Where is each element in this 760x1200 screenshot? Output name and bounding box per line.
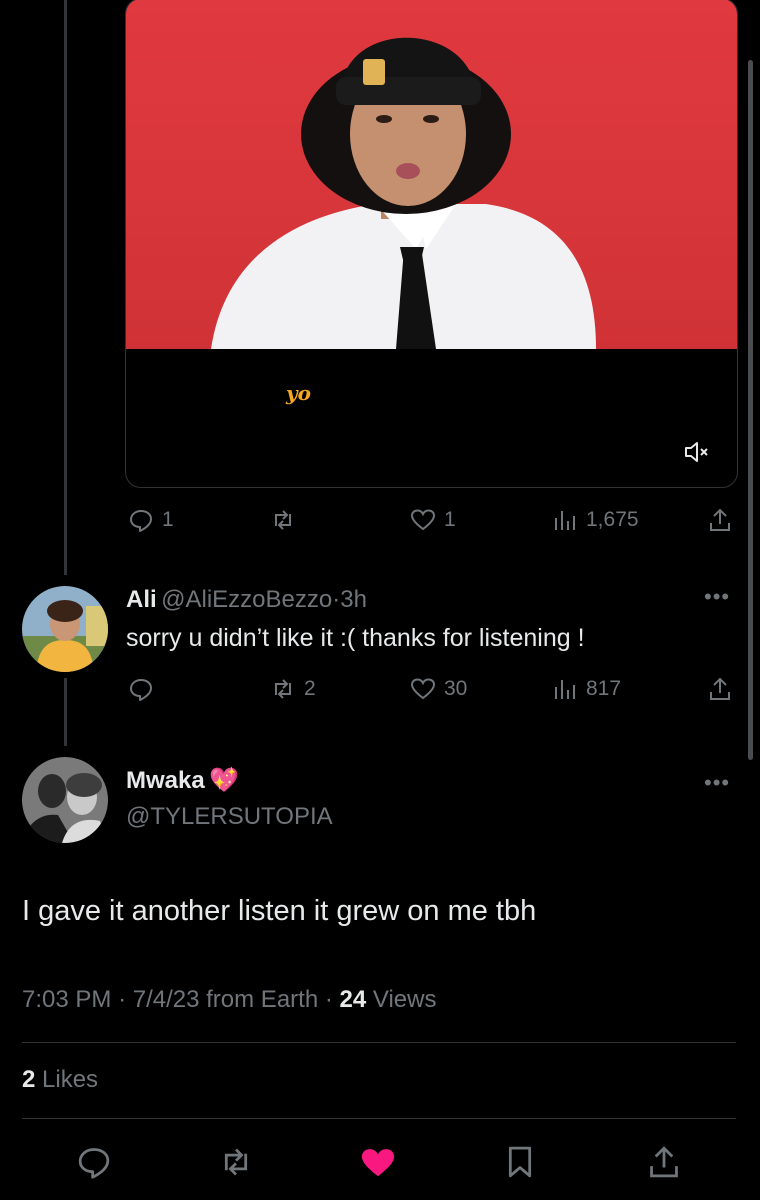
like-count: 30 <box>444 677 468 700</box>
sparkling-heart-icon: 💖 <box>209 767 240 794</box>
bookmark-icon <box>508 1146 532 1178</box>
reply-time[interactable]: 3h <box>340 586 367 613</box>
reply-more-icon[interactable]: ••• <box>704 584 730 610</box>
reply-author-handle[interactable]: @AliEzzoBezzo <box>161 586 332 613</box>
reply-icon <box>130 679 152 701</box>
heart-filled-icon <box>361 1149 395 1177</box>
views-count: 24 <box>339 986 367 1013</box>
reply-header: Ali @AliEzzoBezzo·3h <box>126 586 367 614</box>
tweet-source: from Earth <box>206 986 319 1013</box>
divider <box>22 1118 736 1119</box>
main-tweet-text: I gave it another listen it grew on me t… <box>22 895 537 927</box>
main-more-icon[interactable]: ••• <box>704 770 730 796</box>
like-button[interactable]: 1 <box>410 507 456 533</box>
main-author-row: Mwaka 💖 <box>126 766 239 795</box>
likes-label: Likes <box>42 1066 99 1093</box>
like-count: 1 <box>444 508 456 531</box>
heart-icon <box>410 509 436 531</box>
volume-mute-icon[interactable] <box>683 439 709 465</box>
reply-button[interactable] <box>128 676 154 702</box>
views-count: 1,675 <box>586 508 639 531</box>
main-tweet-actions <box>0 1140 760 1184</box>
reply-text: sorry u didn’t like it :( thanks for lis… <box>126 624 585 652</box>
reply-count: 1 <box>162 508 174 531</box>
share-button[interactable] <box>646 1144 682 1185</box>
retweet-icon <box>275 510 291 530</box>
views-chart-icon <box>555 680 575 699</box>
likes-count: 2 <box>22 1066 36 1093</box>
avatar-mwaka[interactable] <box>22 757 108 843</box>
like-button[interactable] <box>359 1144 397 1187</box>
prev-tweet-actions: 1 1 1,675 <box>0 503 760 537</box>
heart-icon <box>410 678 436 700</box>
separator-dot: · <box>118 986 127 1013</box>
views-count: 817 <box>586 677 622 700</box>
tweet-date[interactable]: 7/4/23 <box>133 986 200 1013</box>
retweet-count: 2 <box>304 677 316 700</box>
tweet-time[interactable]: 7:03 PM <box>22 986 111 1013</box>
separator-dot: · <box>324 986 333 1013</box>
views-label: Views <box>372 986 437 1013</box>
share-icon <box>710 508 730 531</box>
reply-icon <box>130 510 152 532</box>
views-chart-icon <box>555 511 575 530</box>
likes-summary[interactable]: 2 Likes <box>22 1066 98 1094</box>
share-button[interactable] <box>707 676 733 702</box>
retweet-button[interactable] <box>270 507 304 533</box>
video-caption: yo <box>286 381 311 405</box>
divider <box>22 1042 736 1043</box>
reply-button[interactable] <box>76 1144 112 1185</box>
avatar-ali[interactable] <box>22 586 108 672</box>
views-button[interactable]: 1,675 <box>552 507 639 533</box>
scrollbar[interactable] <box>748 60 753 760</box>
main-author-name[interactable]: Mwaka <box>126 767 205 794</box>
share-icon <box>650 1146 678 1178</box>
share-icon <box>710 677 730 700</box>
retweet-button[interactable]: 2 <box>270 676 316 702</box>
share-button[interactable] <box>707 507 733 533</box>
reply-icon <box>78 1148 110 1179</box>
video-frame[interactable] <box>126 0 737 349</box>
main-author-handle[interactable]: @TYLERSUTOPIA <box>126 803 333 831</box>
reply-tweet-actions: 2 30 817 <box>0 672 760 706</box>
video-player[interactable]: yo <box>125 0 738 488</box>
like-button[interactable]: 30 <box>410 676 467 702</box>
tweet-metadata: 7:03 PM · 7/4/23 from Earth · 24 Views <box>22 986 436 1014</box>
bookmark-button[interactable] <box>502 1144 538 1185</box>
views-button[interactable]: 817 <box>552 676 621 702</box>
retweet-icon <box>224 1148 248 1176</box>
thread-line-top <box>64 0 67 575</box>
retweet-button[interactable] <box>218 1144 254 1185</box>
retweet-icon <box>275 679 291 699</box>
reply-author-name[interactable]: Ali <box>126 586 157 613</box>
reply-button[interactable]: 1 <box>128 507 174 533</box>
video-person-image <box>211 37 596 349</box>
